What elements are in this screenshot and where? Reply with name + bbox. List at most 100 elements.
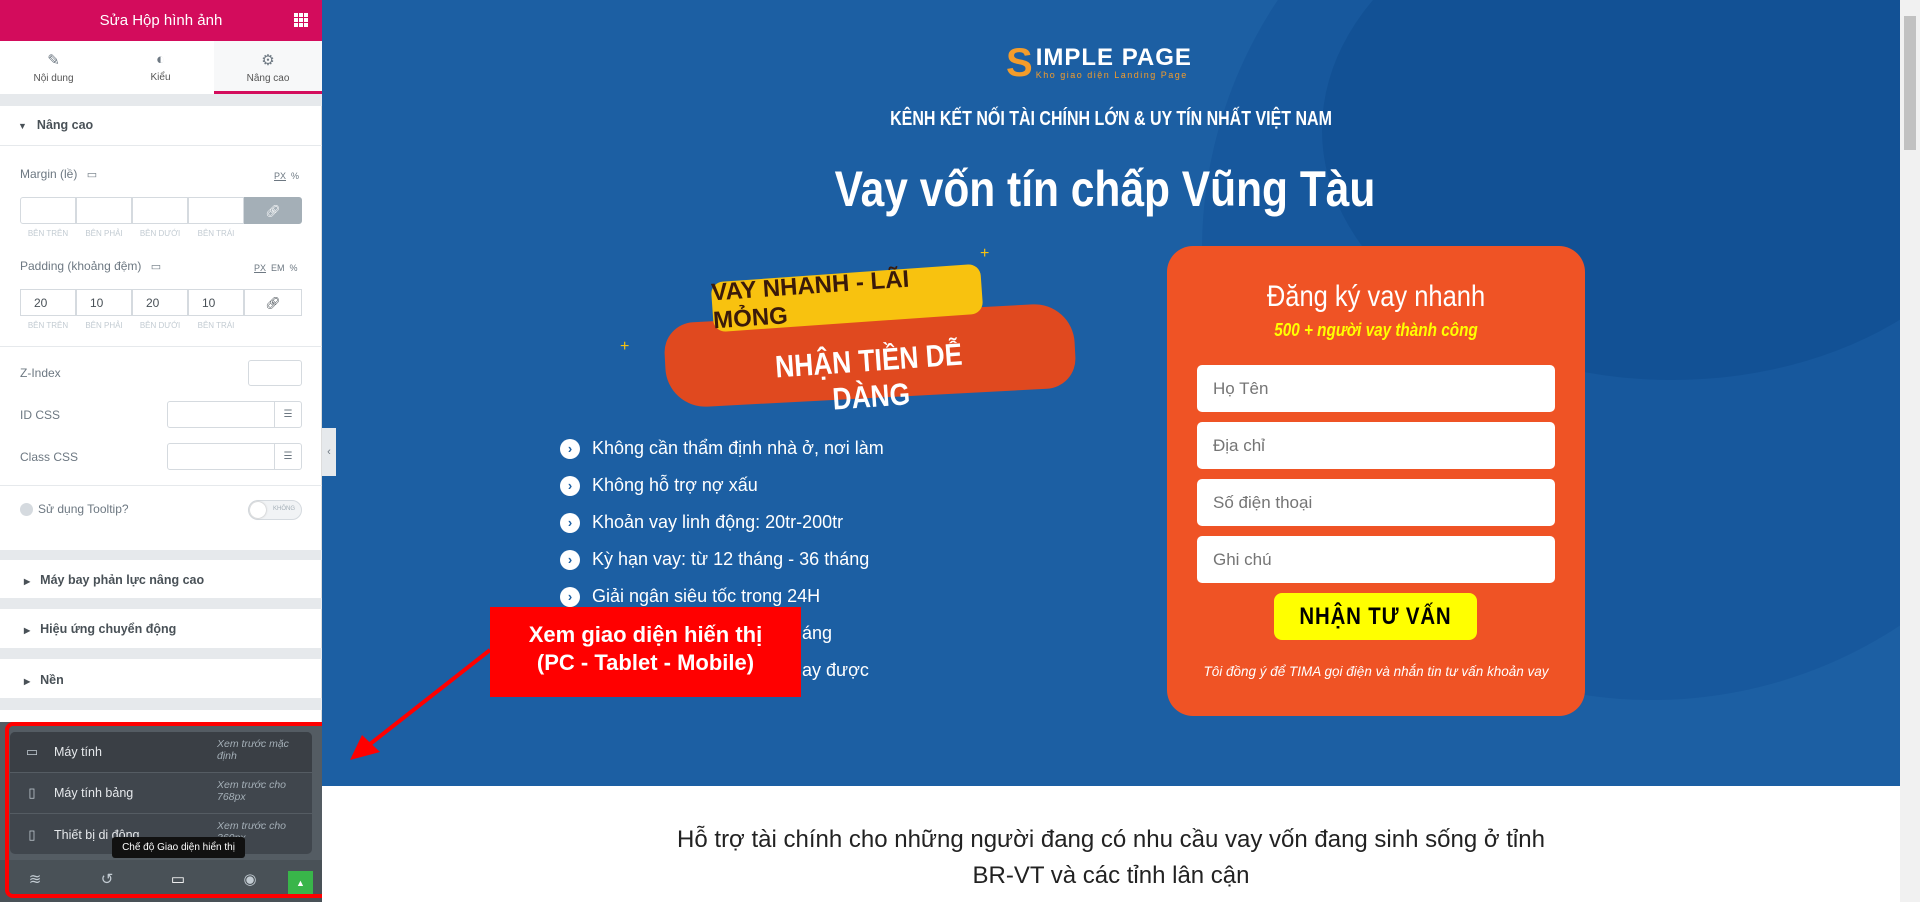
submit-button[interactable]: NHẬN TƯ VẤN xyxy=(1274,593,1477,640)
divider xyxy=(0,346,322,347)
loan-form: Đăng ký vay nhanh 500 + người vay thành … xyxy=(1167,246,1585,716)
divider xyxy=(0,550,322,560)
margin-left-input[interactable] xyxy=(188,197,244,224)
tab-advanced[interactable]: ⚙ Nâng cao xyxy=(214,41,322,94)
padding-label: Padding (khoảng đệm) ▭ xyxy=(20,259,162,273)
link-values-button[interactable]: 🔗︎ xyxy=(244,289,302,316)
desktop-icon[interactable]: ▭ xyxy=(151,261,161,273)
gear-icon: ⚙ xyxy=(261,52,275,69)
side-label: BÊN PHẢI xyxy=(85,321,123,330)
side-label: BÊN PHẢI xyxy=(85,229,123,238)
caret-right-icon: ▶ xyxy=(24,626,31,635)
side-label: BÊN DƯỚI xyxy=(139,321,181,330)
form-disclaimer: Tôi đồng ý để TIMA gọi điện và nhắn tin … xyxy=(1203,664,1549,679)
margin-bottom-input[interactable] xyxy=(132,197,188,224)
promo-banner: VAY NHANH - LÃI MỎNG NHẬN TIỀN DỄ DÀNG +… xyxy=(620,245,1085,417)
chevron-left-icon: ‹ xyxy=(327,446,331,458)
caret-right-icon: ▶ xyxy=(24,677,31,686)
z-index-input[interactable] xyxy=(248,360,302,386)
feature-item: › Khoản vay linh động: 20tr-200tr xyxy=(560,512,843,533)
annotation-callout: Xem giao diện hiến thị (PC - Tablet - Mob… xyxy=(490,607,801,697)
id-css-input[interactable]: ☰ xyxy=(167,401,302,428)
chevron-circle-icon: › xyxy=(560,475,580,496)
padding-right-input[interactable]: 10 xyxy=(76,289,132,316)
tab-label: Nội dung xyxy=(33,73,74,84)
tagline: KÊNH KẾT NỐI TÀI CHÍNH LỚN & UY TÍN NHẤT… xyxy=(890,108,1332,130)
padding-left-input[interactable]: 10 xyxy=(188,289,244,316)
padding-bottom-input[interactable]: 20 xyxy=(132,289,188,316)
class-css-input[interactable]: ☰ xyxy=(167,443,302,470)
class-css-label: Class CSS xyxy=(20,450,79,464)
id-css-label: ID CSS xyxy=(20,408,61,422)
unit-switch[interactable]: PX EM % xyxy=(254,263,298,273)
side-label: BÊN TRÊN xyxy=(27,229,69,238)
logo-subtext: Kho giao diện Landing Page xyxy=(1035,70,1188,80)
banner-line2: NHẬN TIỀN DỄ DÀNG xyxy=(774,336,964,417)
link-values-button[interactable]: 🔗︎ xyxy=(244,197,302,224)
toggle-text: KHÔNG xyxy=(272,506,295,512)
tab-content[interactable]: ✎ Nội dung xyxy=(0,41,107,94)
plugin-icon xyxy=(20,502,33,516)
database-icon[interactable]: ☰ xyxy=(274,402,301,427)
divider xyxy=(0,94,322,106)
side-label: BÊN DƯỚI xyxy=(139,229,181,238)
tooltip-toggle[interactable]: KHÔNG xyxy=(248,500,302,520)
chevron-circle-icon: › xyxy=(560,549,580,570)
phone-input[interactable] xyxy=(1197,479,1555,526)
page-preview: S IMPLE PAGE Kho giao diện Landing Page K… xyxy=(322,0,1900,902)
section-advanced-header[interactable]: ▼ Nâng cao xyxy=(18,118,93,132)
feature-item: › Không cần thẩm định nhà ở, nơi làm xyxy=(560,438,884,459)
logo-s-icon: S xyxy=(1006,41,1033,85)
panel-header: Sửa Hộp hình ảnh xyxy=(0,0,322,41)
divider xyxy=(0,485,322,486)
name-input[interactable] xyxy=(1197,365,1555,412)
grid-menu-icon[interactable] xyxy=(294,13,308,27)
link-icon: 🔗︎ xyxy=(265,203,281,218)
form-title: Đăng ký vay nhanh xyxy=(1266,280,1486,313)
feature-item-partial: ay được xyxy=(802,660,869,680)
margin-top-input[interactable] xyxy=(20,197,76,224)
chevron-circle-icon: › xyxy=(560,438,580,459)
tab-label: Nâng cao xyxy=(246,73,290,84)
tab-style[interactable]: ◐ Kiểu xyxy=(107,41,214,94)
feature-item: › Không hỗ trợ nợ xấu xyxy=(560,475,758,496)
scrollbar-thumb[interactable] xyxy=(1904,16,1916,150)
tab-label: Kiểu xyxy=(150,72,171,83)
section-motion-effects[interactable]: ▶ Hiệu ứng chuyển động xyxy=(24,622,176,636)
feature-item: › Kỳ hạn vay: từ 12 tháng - 36 tháng xyxy=(560,549,869,570)
side-label: BÊN TRÁI xyxy=(197,229,235,238)
chevron-circle-icon: › xyxy=(560,586,580,607)
unit-switch[interactable]: PX % xyxy=(274,171,299,181)
logo-text: IMPLE PAGE xyxy=(1035,44,1192,71)
margin-label: Margin (lề) ▭ xyxy=(20,167,98,181)
divider xyxy=(0,648,322,659)
side-label: BÊN TRÁI xyxy=(197,321,235,330)
divider xyxy=(0,145,322,146)
database-icon[interactable]: ☰ xyxy=(274,444,301,469)
caret-down-icon: ▼ xyxy=(18,121,27,131)
collapse-panel-handle[interactable]: ‹ xyxy=(322,428,336,476)
tooltip-label: Sử dụng Tooltip? xyxy=(20,502,129,516)
note-input[interactable] xyxy=(1197,536,1555,583)
scrollbar[interactable] xyxy=(1900,0,1920,902)
toggle-knob xyxy=(250,502,266,518)
editor-sidebar: Sửa Hộp hình ảnh ✎ Nội dung ◐ Kiểu ⚙ Nâng c… xyxy=(0,0,331,902)
annotation-highlight-box xyxy=(5,722,331,898)
side-label: BÊN TRÊN xyxy=(27,321,69,330)
intro-text: Hỗ trợ tài chính cho những người đang có… xyxy=(677,826,1545,889)
page-title: Vay vốn tín chấp Vũng Tàu xyxy=(834,161,1376,217)
padding-top-input[interactable]: 20 xyxy=(20,289,76,316)
section-title: Nâng cao xyxy=(36,118,94,132)
panel-title: Sửa Hộp hình ảnh xyxy=(99,12,223,29)
margin-inputs: 🔗︎ xyxy=(20,197,302,224)
margin-right-input[interactable] xyxy=(76,197,132,224)
address-input[interactable] xyxy=(1197,422,1555,469)
annotation-arrow xyxy=(350,648,492,760)
section-motion-jet[interactable]: ▶ Máy bay phản lực nâng cao xyxy=(24,573,204,587)
feature-item: › Giải ngân siêu tốc trong 24H xyxy=(560,586,820,607)
desktop-icon[interactable]: ▭ xyxy=(87,169,97,181)
section-background[interactable]: ▶ Nền xyxy=(24,673,64,687)
sparkle-icon: + xyxy=(620,338,630,355)
link-icon: 🔗︎ xyxy=(265,295,281,310)
feature-item-partial: áng xyxy=(802,623,833,643)
